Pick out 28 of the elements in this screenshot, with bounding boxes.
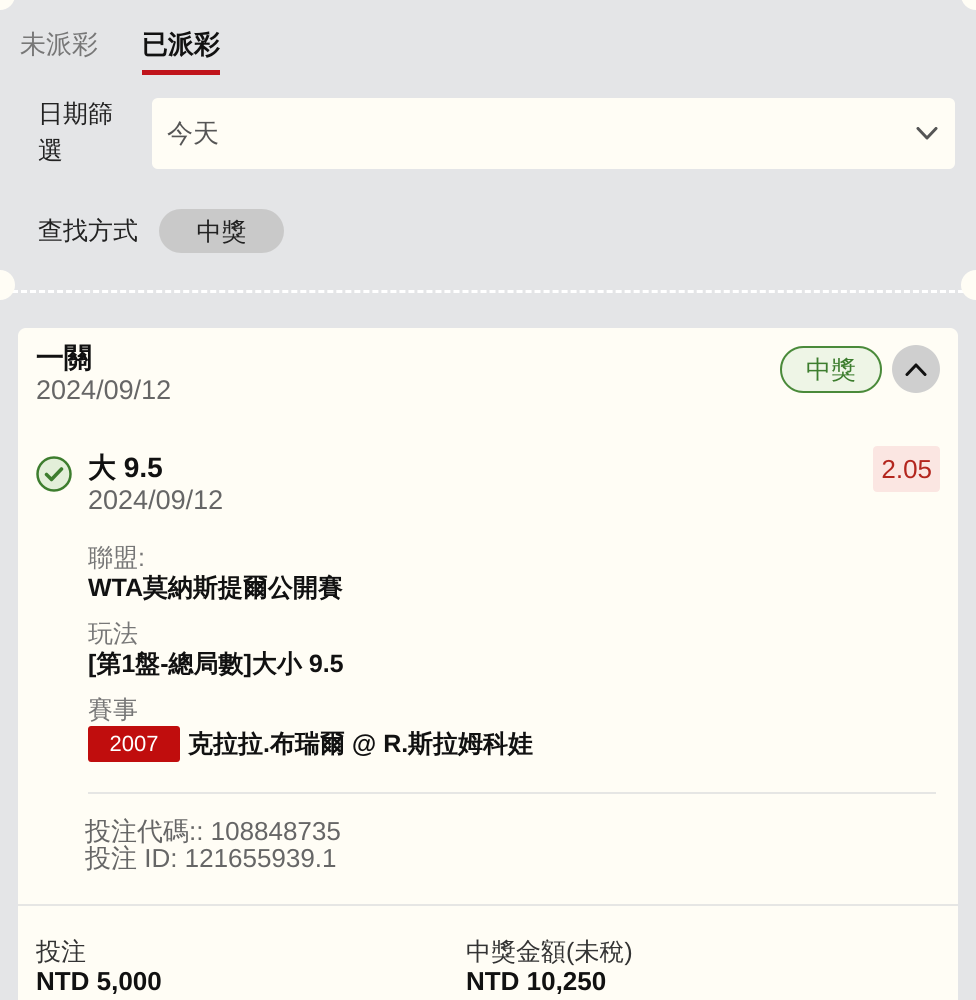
filter-label: 日期篩選 <box>38 99 114 167</box>
chevron-down-icon <box>916 126 938 140</box>
detail-label: 玩法 <box>88 619 138 649</box>
filter-chip[interactable]: 中獎 <box>159 209 284 253</box>
selection-date: 2024/09/12 <box>88 484 224 516</box>
filter-label: 查找方式 <box>38 216 138 247</box>
detail-label: 賽事 <box>88 695 138 725</box>
summary-label: 投注 <box>36 938 86 967</box>
detail-label: 聯盟: <box>88 543 145 573</box>
chevron-up-icon <box>905 362 927 376</box>
collapse-button[interactable] <box>892 345 940 393</box>
bet-type: 一關 <box>36 342 93 374</box>
bet-id: 投注 ID: 121655939.1 <box>85 845 336 872</box>
summary-value: NTD 10,250 <box>466 967 606 996</box>
tab[interactable]: 未派彩 <box>20 28 98 75</box>
market-name: [第1盤-總局數]大小 9.5 <box>88 649 344 679</box>
odds-value: 2.05 <box>873 446 940 492</box>
status-badge: 中獎 <box>780 346 882 392</box>
league-name: WTA莫納斯提爾公開賽 <box>88 573 344 603</box>
summary-label: 中獎金額(未稅) <box>466 938 633 967</box>
event-code: 2007 <box>88 726 180 762</box>
bet-code: 投注代碼:: 108848735 <box>85 818 341 845</box>
selection-pick: 大 9.5 <box>88 452 164 484</box>
date-select[interactable]: 今天 <box>152 98 955 168</box>
bet-date: 2024/09/12 <box>36 374 172 406</box>
summary-value: NTD 5,000 <box>36 967 162 996</box>
event-name: 克拉拉.布瑞爾 @ R.斯拉姆科娃 <box>188 729 534 760</box>
tab[interactable]: 已派彩 <box>142 28 220 75</box>
